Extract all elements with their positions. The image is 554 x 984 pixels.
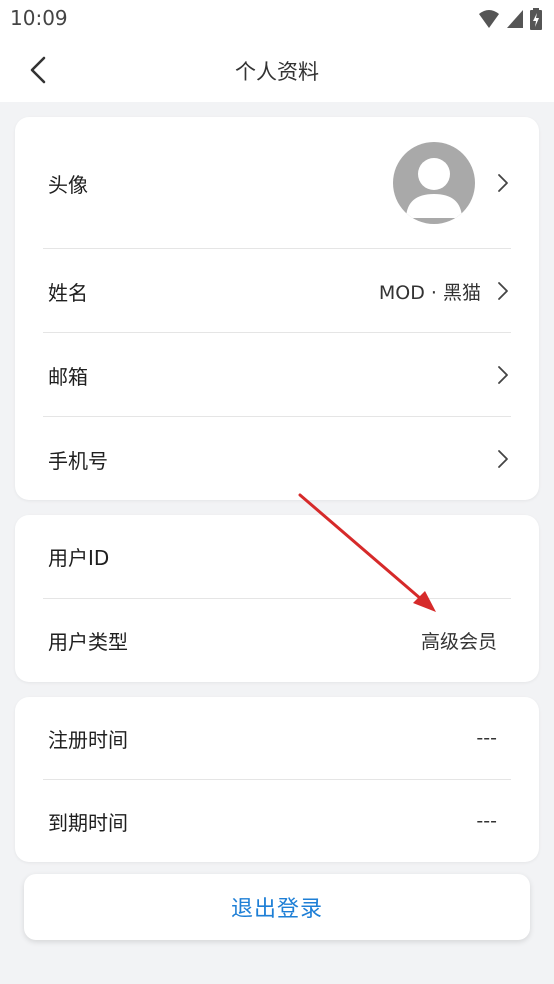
user-type-row: 用户类型 高级会员 — [43, 599, 511, 682]
status-time: 10:09 — [10, 6, 68, 30]
chevron-right-icon — [498, 174, 508, 192]
expire-time-value: --- — [476, 810, 497, 832]
profile-card: 头像 姓名 MOD · 黑猫 邮箱 手机号 — [15, 117, 539, 500]
nav-bar: 个人资料 — [0, 38, 554, 102]
email-row[interactable]: 邮箱 — [43, 333, 511, 417]
name-value: MOD · 黑猫 — [378, 281, 481, 304]
email-label: 邮箱 — [48, 364, 88, 389]
signal-icon — [507, 10, 523, 28]
avatar-label: 头像 — [48, 172, 88, 197]
dates-card: 注册时间 --- 到期时间 --- — [15, 697, 539, 862]
wifi-icon — [479, 10, 499, 28]
user-type-value: 高级会员 — [420, 631, 497, 653]
battery-icon — [530, 8, 542, 30]
register-time-row: 注册时间 --- — [43, 697, 511, 779]
expire-time-label: 到期时间 — [48, 810, 128, 835]
user-id-label: 用户ID — [48, 546, 110, 570]
status-icons — [478, 8, 542, 30]
chevron-right-icon — [498, 282, 508, 300]
account-card: 用户ID 用户类型 高级会员 — [15, 515, 539, 682]
avatar-placeholder-icon — [406, 158, 462, 218]
user-id-row: 用户ID — [43, 515, 511, 598]
avatar[interactable] — [393, 142, 475, 224]
chevron-right-icon — [498, 450, 508, 468]
expire-time-row: 到期时间 --- — [43, 780, 511, 862]
phone-row[interactable]: 手机号 — [43, 417, 511, 501]
chevron-right-icon — [498, 366, 508, 384]
logout-button[interactable]: 退出登录 — [24, 874, 530, 940]
register-time-label: 注册时间 — [48, 727, 128, 752]
phone-label: 手机号 — [48, 448, 108, 473]
register-time-value: --- — [476, 727, 497, 749]
avatar-row[interactable]: 头像 — [43, 141, 511, 225]
page-title: 个人资料 — [235, 60, 319, 84]
name-row[interactable]: 姓名 MOD · 黑猫 — [43, 249, 511, 333]
user-type-label: 用户类型 — [48, 630, 128, 654]
name-label: 姓名 — [48, 280, 88, 305]
status-bar: 10:09 — [0, 0, 554, 38]
